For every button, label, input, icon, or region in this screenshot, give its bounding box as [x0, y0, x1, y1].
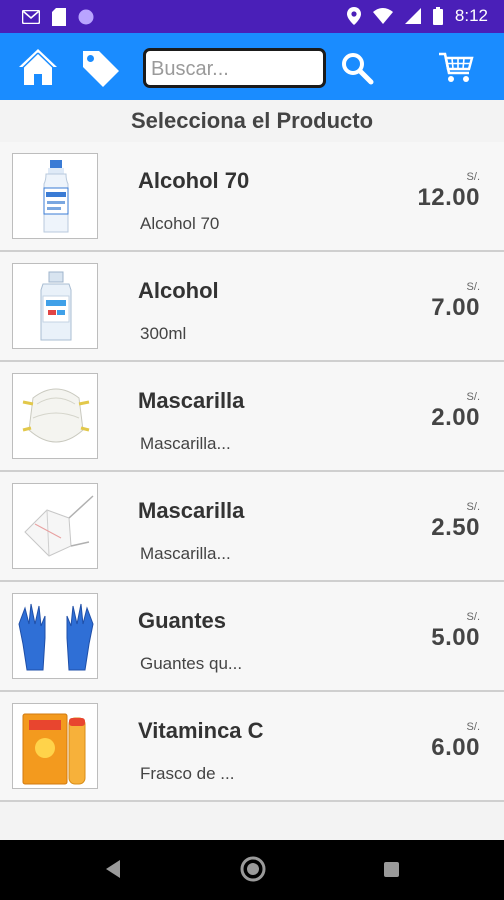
home-circle-icon[interactable]	[240, 856, 266, 882]
product-name: Mascarilla	[138, 388, 245, 413]
product-image-blue-gloves	[12, 593, 98, 679]
product-price: 6.00	[431, 734, 480, 761]
product-name: Guantes	[138, 608, 227, 633]
page-title: Selecciona el Producto	[130, 108, 374, 133]
product-item[interactable]: Vitaminca C Frasco de ... S/. 6.00	[0, 692, 504, 802]
product-currency: S/.	[466, 611, 480, 623]
product-currency: S/.	[466, 501, 480, 513]
product-price: 5.00	[431, 624, 480, 651]
product-description: Mascarilla...	[140, 544, 231, 563]
search-icon[interactable]	[340, 51, 374, 85]
back-icon[interactable]	[104, 859, 122, 879]
product-image-folded-mask	[12, 483, 98, 569]
wifi-icon	[372, 8, 393, 24]
product-image-n95-mask	[12, 373, 98, 459]
product-name: Alcohol 70	[138, 168, 250, 193]
location-icon	[346, 7, 361, 25]
product-name: Vitaminca C	[138, 718, 264, 743]
status-time: 8:12	[454, 6, 488, 25]
sim-card-icon	[52, 8, 66, 26]
product-currency: S/.	[466, 171, 480, 183]
search-input[interactable]	[151, 55, 319, 83]
recents-icon[interactable]	[384, 862, 399, 877]
status-bar: 8:12	[0, 0, 504, 33]
product-description: 300ml	[140, 324, 187, 343]
product-item[interactable]: Mascarilla Mascarilla... S/. 2.00	[0, 362, 504, 472]
cart-icon[interactable]	[438, 49, 474, 85]
product-item[interactable]: Guantes Guantes qu... S/. 5.00	[0, 582, 504, 692]
product-image-alcohol-gel-bottle	[12, 263, 98, 349]
product-item[interactable]: Alcohol 300ml S/. 7.00	[0, 252, 504, 362]
product-currency: S/.	[466, 721, 480, 733]
system-nav-bar	[0, 840, 504, 900]
product-item[interactable]: Alcohol 70 Alcohol 70 S/. 12.00	[0, 142, 504, 252]
product-description: Mascarilla...	[140, 434, 231, 453]
product-name: Mascarilla	[138, 498, 245, 523]
product-image-vitamin-c-tube	[12, 703, 98, 789]
gmail-icon	[22, 10, 40, 24]
app-bar	[0, 33, 504, 100]
product-currency: S/.	[466, 391, 480, 403]
product-name: Alcohol	[138, 278, 219, 303]
product-currency: S/.	[466, 281, 480, 293]
battery-icon	[432, 7, 443, 25]
product-description: Frasco de ...	[140, 764, 235, 783]
product-description: Guantes qu...	[140, 654, 243, 673]
product-price: 7.00	[431, 294, 480, 321]
product-list: Alcohol 70 Alcohol 70 S/. 12.00 Alcohol …	[0, 142, 504, 802]
product-item[interactable]: Mascarilla Mascarilla... S/. 2.50	[0, 472, 504, 582]
signal-icon	[404, 8, 421, 24]
search-field[interactable]	[143, 48, 326, 88]
circle-app-icon	[78, 9, 94, 25]
product-price: 2.00	[431, 404, 480, 431]
product-price: 2.50	[431, 514, 480, 541]
home-icon[interactable]	[17, 47, 59, 87]
tag-icon[interactable]	[79, 47, 121, 87]
product-description: Alcohol 70	[140, 214, 220, 233]
product-image-alcohol-bottle	[12, 153, 98, 239]
product-price: 12.00	[417, 184, 480, 211]
